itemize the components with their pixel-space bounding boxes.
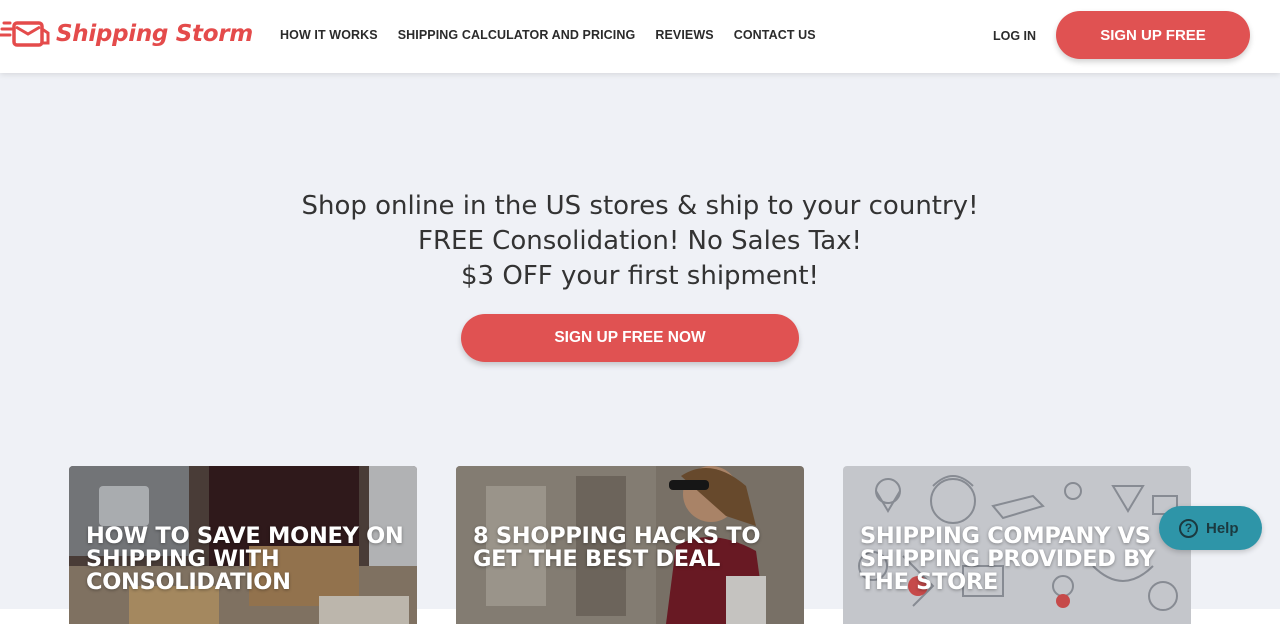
- blog-card-consolidation[interactable]: HOW TO SAVE MONEY ON SHIPPING WITH CONSO…: [69, 466, 417, 624]
- hero-offer: $3 OFF your first shipment!: [461, 261, 819, 291]
- main-nav: HOW IT WORKS SHIPPING CALCULATOR AND PRI…: [280, 28, 836, 42]
- brand-name: Shipping Storm: [56, 21, 253, 47]
- hero-section: Shop online in the US stores & ship to y…: [0, 189, 1280, 294]
- question-icon: ?: [1179, 518, 1198, 538]
- nav-how-it-works[interactable]: HOW IT WORKS: [280, 28, 378, 42]
- card-title: SHIPPING COMPANY VS SHIPPING PROVIDED BY…: [860, 523, 1155, 595]
- hero-signup-button[interactable]: SIGN UP FREE NOW: [461, 314, 799, 362]
- signup-button[interactable]: SIGN UP FREE: [1056, 11, 1250, 59]
- site-header: Shipping Storm HOW IT WORKS SHIPPING CAL…: [0, 0, 1280, 73]
- brand-logo[interactable]: Shipping Storm: [0, 14, 253, 54]
- blog-card-shopping-hacks[interactable]: 8 SHOPPING HACKS TO GET THE BEST DEAL: [456, 466, 804, 624]
- nav-shipping-calculator[interactable]: SHIPPING CALCULATOR AND PRICING: [398, 28, 636, 42]
- card-title: HOW TO SAVE MONEY ON SHIPPING WITH CONSO…: [86, 523, 404, 595]
- login-link[interactable]: LOG IN: [993, 29, 1036, 43]
- blog-card-shipping-company[interactable]: SHIPPING COMPANY VS SHIPPING PROVIDED BY…: [843, 466, 1191, 624]
- help-label: Help: [1206, 519, 1239, 537]
- nav-contact-us[interactable]: CONTACT US: [734, 28, 816, 42]
- card-title: 8 SHOPPING HACKS TO GET THE BEST DEAL: [473, 523, 761, 572]
- hero-subheadline: FREE Consolidation! No Sales Tax!: [418, 226, 862, 256]
- help-widget-button[interactable]: ? Help: [1159, 506, 1262, 550]
- hero-headline: Shop online in the US stores & ship to y…: [301, 191, 979, 221]
- truck-logo-icon: [0, 21, 50, 47]
- nav-reviews[interactable]: REVIEWS: [655, 28, 713, 42]
